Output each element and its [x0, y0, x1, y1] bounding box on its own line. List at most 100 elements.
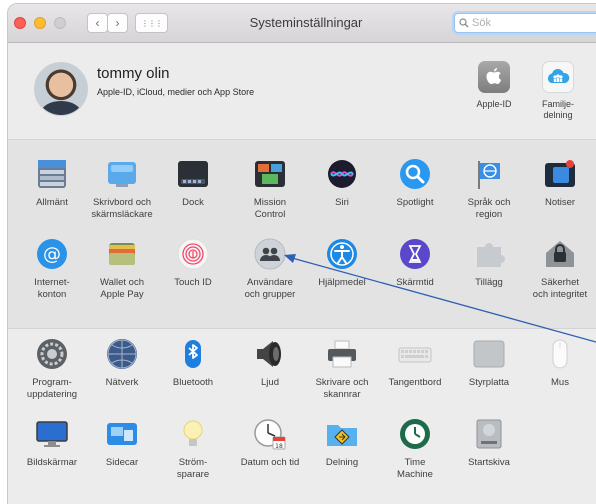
pane-label: Styrplatta [468, 377, 510, 388]
pane-date-time[interactable]: 18 Datum och tid [234, 416, 306, 469]
dock-icon [175, 156, 211, 192]
pane-label: Sidecar [105, 457, 139, 468]
pane-dock[interactable]: Dock [157, 156, 229, 209]
bluetooth-icon [175, 336, 211, 372]
pane-sharing[interactable]: Delning [306, 416, 378, 469]
pane-label: Användare och grupper [244, 277, 296, 300]
pane-sound[interactable]: Ljud [234, 336, 306, 389]
apple-icon [478, 61, 510, 93]
pane-label: Ljud [261, 377, 279, 388]
pane-label: Delning [325, 457, 359, 468]
pane-label: Time Machine [397, 457, 433, 480]
pane-label: Bluetooth [172, 377, 214, 388]
pane-users-groups[interactable]: Användare och grupper [234, 236, 306, 300]
user-subtitle: Apple-ID, iCloud, medier och App Store [97, 87, 255, 97]
desktop-icon [104, 156, 140, 192]
pane-bluetooth[interactable]: Bluetooth [157, 336, 229, 389]
pane-general[interactable]: Allmänt [16, 156, 88, 209]
keyboard-icon [397, 336, 433, 372]
pane-label: Språk och region [467, 197, 511, 220]
security-icon [542, 236, 578, 272]
pane-label: Spotlight [396, 197, 434, 208]
search-icon [459, 18, 469, 28]
software-update-icon [34, 336, 70, 372]
pane-label: Bildskärmar [26, 457, 78, 468]
avatar[interactable] [34, 62, 88, 116]
pane-label: Dock [182, 197, 204, 208]
pane-desktop-screensaver[interactable]: Skrivbord och skärmsläckare [86, 156, 158, 220]
pane-label: Datum och tid [240, 457, 300, 468]
printer-icon [324, 336, 360, 372]
pane-label: Skärmtid [396, 277, 434, 288]
pane-label: Ström- sparare [176, 457, 210, 480]
pane-label: Skrivbord och skärmsläckare [91, 197, 153, 220]
displays-icon [34, 416, 70, 452]
pane-label: Tillägg [475, 277, 503, 288]
siri-icon [324, 156, 360, 192]
startup-disk-icon [471, 416, 507, 452]
energy-saver-icon [175, 416, 211, 452]
apple-id-pane[interactable]: Apple-ID [464, 61, 524, 110]
pane-security-privacy[interactable]: Säkerhet och integritet [524, 236, 596, 300]
pane-wallet-apple-pay[interactable]: Wallet och Apple Pay [86, 236, 158, 300]
date-time-icon: 18 [252, 416, 288, 452]
pane-label: Notiser [544, 197, 576, 208]
notifications-icon [542, 156, 578, 192]
pane-keyboard[interactable]: Tangentbord [379, 336, 451, 389]
pane-label: Program- uppdatering [26, 377, 78, 400]
pane-displays[interactable]: Bildskärmar [16, 416, 88, 469]
pane-startup-disk[interactable]: Startskiva [453, 416, 525, 469]
network-icon [104, 336, 140, 372]
pane-printers-scanners[interactable]: Skrivare och skannrar [306, 336, 378, 400]
svg-text:18: 18 [275, 443, 283, 450]
pane-energy-saver[interactable]: Ström- sparare [157, 416, 229, 480]
sidecar-icon [104, 416, 140, 452]
pane-mission-control[interactable]: Mission Control [234, 156, 306, 220]
language-icon [471, 156, 507, 192]
family-sharing-pane[interactable]: Familje- delning [528, 61, 588, 121]
pane-language-region[interactable]: Språk och region [453, 156, 525, 220]
users-icon [252, 236, 288, 272]
svg-text:@: @ [43, 244, 61, 265]
pane-time-machine[interactable]: Time Machine [379, 416, 451, 480]
pane-accessibility[interactable]: Hjälpmedel [306, 236, 378, 289]
mission-control-icon [252, 156, 288, 192]
system-preferences-window: ‹ › ⋮⋮⋮ Systeminställningar Sök tommy ol… [8, 4, 596, 504]
pane-label: Siri [335, 197, 349, 208]
search-field[interactable]: Sök [454, 13, 596, 33]
screen-time-icon [397, 236, 433, 272]
extensions-icon [471, 236, 507, 272]
family-sharing-label: Familje- delning [541, 99, 574, 120]
sharing-icon [324, 416, 360, 452]
pane-label: Nätverk [105, 377, 139, 388]
title-bar: ‹ › ⋮⋮⋮ Systeminställningar Sök [8, 4, 596, 43]
pane-label: Skrivare och skannrar [315, 377, 369, 400]
apple-id-section[interactable]: tommy olin Apple-ID, iCloud, medier och … [8, 43, 596, 139]
pane-screen-time[interactable]: Skärmtid [379, 236, 451, 289]
pane-label: Tangentbord [388, 377, 442, 388]
general-icon [34, 156, 70, 192]
touch-id-icon [175, 236, 211, 272]
search-placeholder: Sök [472, 17, 491, 29]
pane-label: Mission Control [253, 197, 287, 220]
pane-label: Mus [551, 377, 569, 388]
pane-label: Wallet och Apple Pay [100, 277, 144, 300]
pane-touch-id[interactable]: Touch ID [157, 236, 229, 289]
pane-spotlight[interactable]: Spotlight [379, 156, 451, 209]
mouse-icon [542, 336, 578, 372]
pane-label: Säkerhet och integritet [532, 277, 588, 300]
pane-trackpad[interactable]: Styrplatta [453, 336, 525, 389]
pane-internet-accounts[interactable]: @ Internet- konton [16, 236, 88, 300]
pane-network[interactable]: Nätverk [86, 336, 158, 389]
pane-notifications[interactable]: Notiser [524, 156, 596, 209]
pane-siri[interactable]: Siri [306, 156, 378, 209]
pane-sidecar[interactable]: Sidecar [86, 416, 158, 469]
internet-accounts-icon: @ [34, 236, 70, 272]
spotlight-icon [397, 156, 433, 192]
pane-label: Hjälpmedel [318, 277, 366, 288]
apple-id-label: Apple-ID [476, 99, 512, 109]
pane-label: Touch ID [174, 277, 212, 288]
pane-extensions[interactable]: Tillägg [453, 236, 525, 289]
pane-mouse[interactable]: Mus [524, 336, 596, 389]
pane-software-update[interactable]: Program- uppdatering [16, 336, 88, 400]
